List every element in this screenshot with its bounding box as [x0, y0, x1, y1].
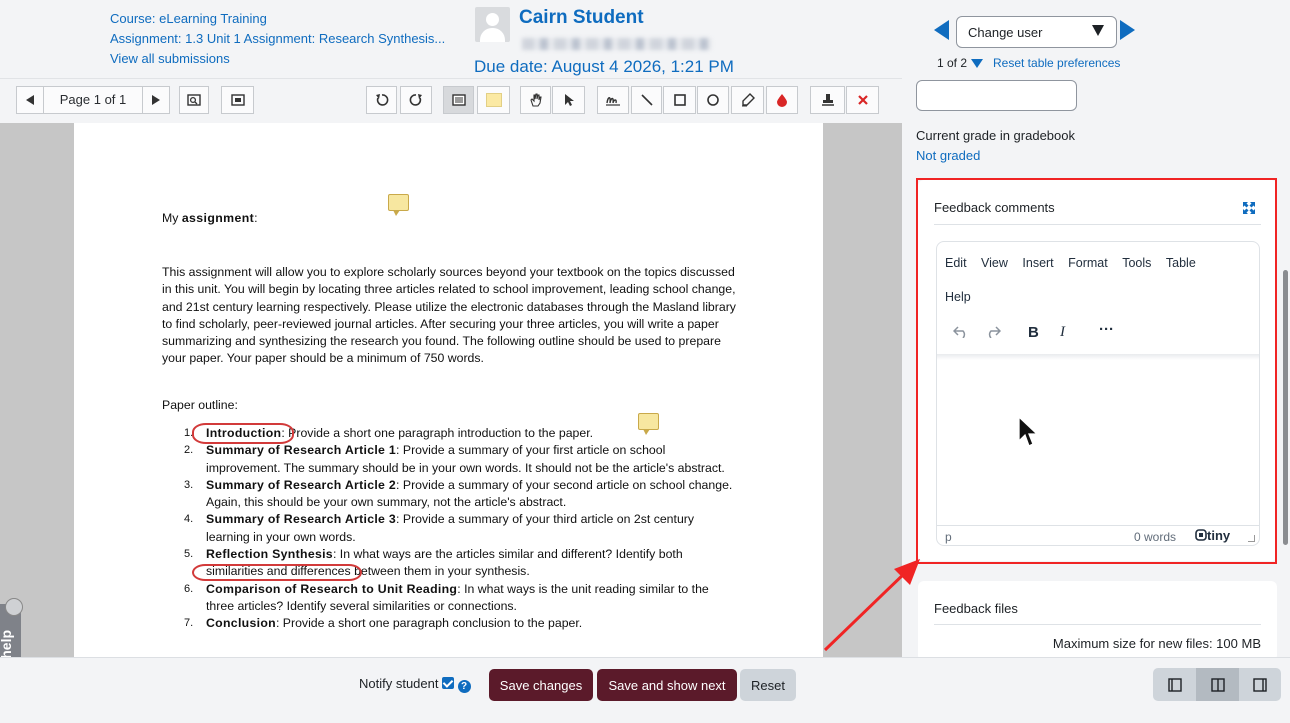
reset-table-preferences-link[interactable]: Reset table preferences — [993, 56, 1120, 70]
current-grade-value[interactable]: Not graded — [916, 148, 980, 163]
due-date: Due date: August 4 2026, 1:21 PM — [474, 57, 734, 76]
user-pager[interactable]: 1 of 2 — [937, 56, 984, 70]
pager-text: 1 of 2 — [937, 56, 968, 70]
layout-switcher — [1153, 668, 1281, 701]
arrow-left-icon — [26, 95, 34, 105]
panel-right-icon — [1252, 677, 1267, 692]
rotate-right-button[interactable] — [400, 86, 432, 114]
panel-split-icon — [1210, 677, 1225, 692]
line-icon — [640, 94, 653, 106]
stamp-tool-button[interactable] — [597, 86, 629, 114]
action-bar: Notify student? Save changes Save and sh… — [0, 657, 1290, 723]
comment-icon — [451, 94, 466, 106]
annotation-circle[interactable] — [192, 423, 294, 444]
notify-checkbox[interactable] — [441, 677, 454, 689]
avatar[interactable] — [475, 7, 510, 42]
layout-collapse-grade-button[interactable] — [1238, 668, 1281, 701]
list-item: 2. Summary of Research Article 1: Provide… — [184, 443, 725, 475]
pen-scribble-icon — [606, 97, 620, 106]
comment-color-button[interactable] — [477, 86, 510, 114]
annotation-circle[interactable] — [192, 564, 362, 581]
arrow-right-icon — [152, 95, 160, 105]
outline-label: Paper outline: — [162, 398, 238, 412]
rectangle-icon — [673, 94, 686, 106]
annotation-toolbar: Page 1 of 1 — [0, 78, 902, 123]
red-arrow-icon — [823, 559, 920, 652]
notify-student-label: Notify student — [359, 676, 439, 691]
rotate-left-button[interactable] — [366, 86, 397, 114]
rotate-left-icon — [375, 94, 388, 106]
close-icon — [857, 95, 868, 105]
red-drop-icon — [777, 94, 787, 107]
save-changes-button[interactable]: Save changes — [489, 669, 593, 701]
stamp-button[interactable] — [810, 86, 845, 114]
comment-tool-button[interactable] — [443, 86, 474, 114]
current-grade-label: Current grade in gradebook — [916, 128, 1075, 143]
next-page-button[interactable] — [143, 87, 169, 113]
yellow-swatch-icon — [485, 93, 502, 107]
max-file-size: Maximum size for new files: 100 MB — [1052, 636, 1261, 651]
rotate-right-icon — [409, 94, 422, 106]
assignment-link[interactable]: Assignment: 1.3 Unit 1 Assignment: Resea… — [110, 29, 445, 49]
annotation-comment-icon[interactable] — [388, 194, 409, 216]
document-paragraph: This assignment will allow you to explor… — [162, 265, 736, 366]
panel-scrollbar[interactable] — [1283, 270, 1288, 545]
cursor-icon — [564, 94, 574, 106]
expand-comments-button[interactable] — [221, 86, 254, 114]
color-tool-button[interactable] — [766, 86, 798, 114]
grade-input[interactable] — [916, 80, 1077, 111]
dropdown-caret-icon — [1092, 25, 1104, 36]
grader-header: Course: eLearning Training Assignment: 1… — [0, 0, 1290, 78]
list-item: 3. Summary of Research Article 2: Provide… — [184, 477, 733, 510]
document-heading: My assignment: — [162, 211, 258, 225]
search-comments-button[interactable] — [179, 86, 209, 114]
page-select[interactable]: Page 1 of 1 — [43, 87, 143, 113]
highlight-tool-button[interactable] — [731, 86, 764, 114]
rectangle-tool-button[interactable] — [663, 86, 696, 114]
list-item: 4. Summary of Research Article 3: Provide… — [184, 512, 695, 544]
change-user-label: Change user — [968, 25, 1043, 40]
delete-annotation-button[interactable] — [846, 86, 879, 114]
student-name[interactable]: Cairn Student — [519, 7, 644, 29]
oval-icon — [707, 94, 719, 106]
course-link[interactable]: Course: eLearning Training — [110, 9, 445, 29]
list-item: 6. Comparison of Research to Unit Reading… — [184, 581, 709, 613]
change-user-select[interactable]: Change user — [956, 16, 1117, 48]
help-icon[interactable]: ? — [457, 680, 471, 693]
highlighter-icon — [741, 93, 755, 107]
reset-button[interactable]: Reset — [740, 669, 796, 701]
highlight-box — [916, 178, 1277, 564]
feedback-files-title: Feedback files — [934, 601, 1018, 616]
previous-user-icon[interactable] — [934, 20, 949, 40]
line-tool-button[interactable] — [631, 86, 662, 114]
oval-tool-button[interactable] — [697, 86, 729, 114]
course-info: Course: eLearning Training Assignment: 1… — [110, 9, 445, 69]
redacted-email — [522, 38, 712, 50]
page-navigator: Page 1 of 1 — [16, 86, 170, 114]
layout-default-button[interactable] — [1196, 668, 1239, 701]
list-item: 7. Conclusion: Provide a short one paragr… — [184, 616, 583, 631]
layout-collapse-review-button[interactable] — [1153, 668, 1196, 701]
collapse-icon — [230, 93, 245, 106]
document-page[interactable]: My assignment: This assignment will allo… — [74, 123, 823, 657]
filter-down-icon — [971, 59, 984, 69]
outline-list: 1. Introduction: Provide a short one para… — [174, 425, 734, 633]
document-viewer[interactable]: My assignment: This assignment will allo… — [0, 123, 902, 657]
next-user-icon[interactable] — [1120, 20, 1135, 40]
notify-student[interactable]: Notify student? — [359, 676, 471, 693]
panel-left-icon — [1167, 677, 1182, 692]
view-all-submissions-link[interactable]: View all submissions — [110, 49, 445, 69]
hand-icon — [529, 93, 542, 107]
feedback-files-section: Feedback files Maximum size for new file… — [918, 581, 1277, 657]
stamp-icon — [821, 94, 834, 106]
pan-tool-button[interactable] — [520, 86, 551, 114]
select-tool-button[interactable] — [552, 86, 585, 114]
previous-page-button[interactable] — [17, 87, 43, 113]
save-and-show-next-button[interactable]: Save and show next — [597, 669, 737, 701]
comment-search-icon — [187, 93, 201, 106]
